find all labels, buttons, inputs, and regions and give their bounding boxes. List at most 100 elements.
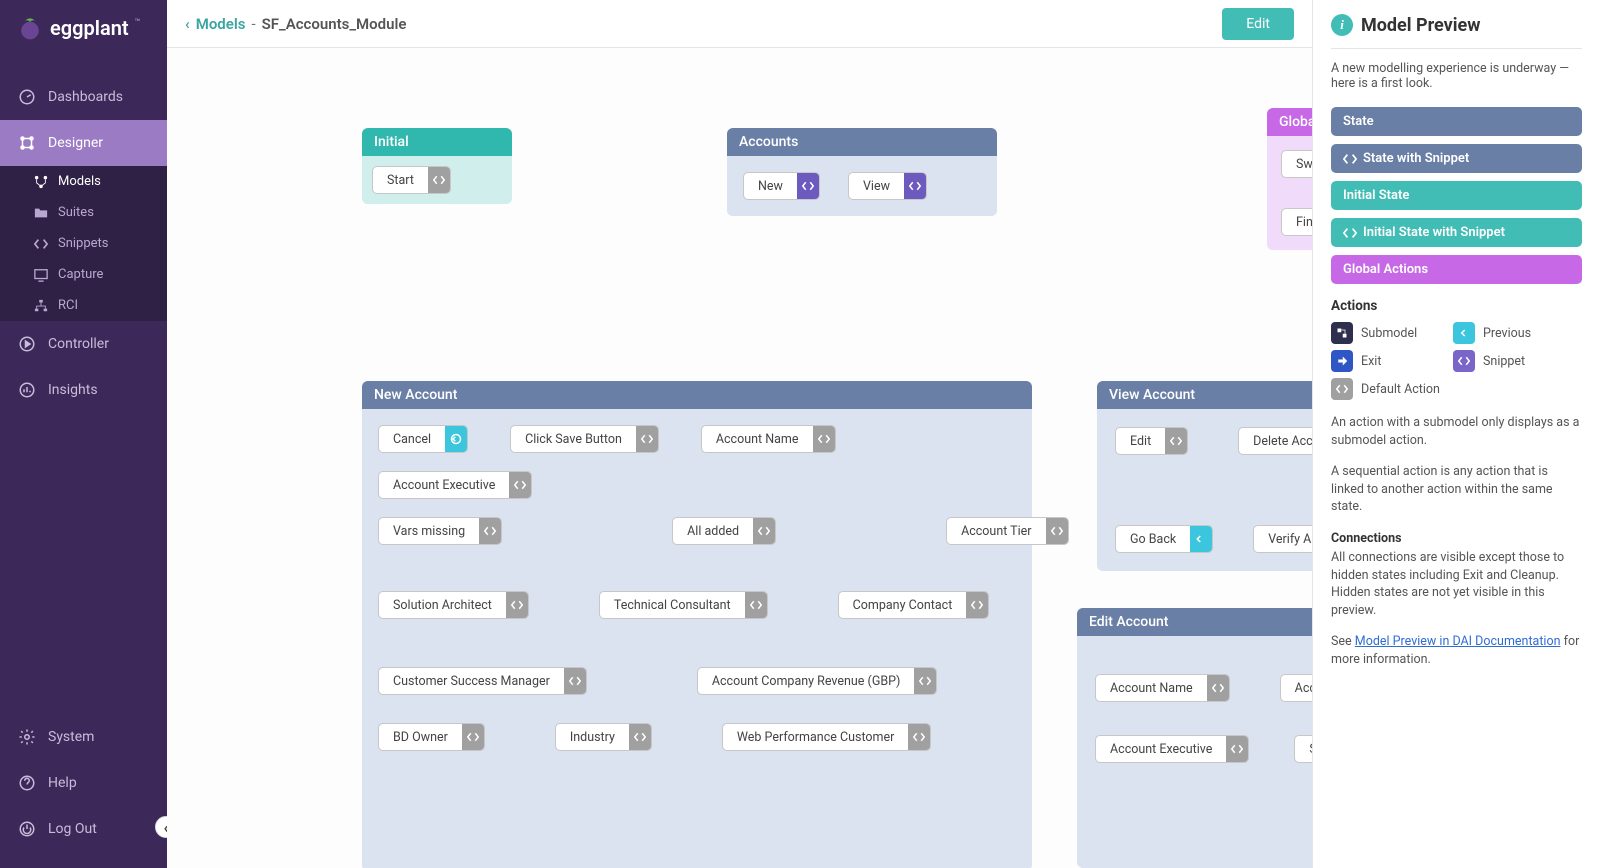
node-global-header: Global Actions xyxy=(1267,108,1312,136)
code-icon xyxy=(34,237,48,251)
logo[interactable]: eggplant ™ xyxy=(0,0,167,56)
hierarchy-icon xyxy=(34,299,48,313)
gear-icon xyxy=(18,728,36,746)
action-finish[interactable]: Finish xyxy=(1281,208,1312,236)
info-icon[interactable]: i xyxy=(1331,14,1353,36)
action-go-back[interactable]: Go Back xyxy=(1115,525,1213,553)
node-accounts-header: Accounts xyxy=(727,128,997,156)
action-account-exec[interactable]: Account Executive xyxy=(378,471,532,499)
model-canvas[interactable]: Initial Start Accounts New View Global A… xyxy=(167,48,1312,868)
breadcrumb: ‹ Models - SF_Accounts_Module xyxy=(185,15,406,33)
action-ea-account-tier[interactable]: Account Tier xyxy=(1280,674,1312,702)
preview-title-row: i Model Preview xyxy=(1331,14,1582,36)
legend-state-snippet: State with Snippet xyxy=(1331,144,1582,173)
subnav-suites[interactable]: Suites xyxy=(0,197,167,228)
action-ea-account-name[interactable]: Account Name xyxy=(1095,674,1230,702)
preview-intro: A new modelling experience is underway —… xyxy=(1331,61,1582,91)
node-global-actions[interactable]: Global Actions Switch List View Finish xyxy=(1267,108,1312,250)
action-vars-missing[interactable]: Vars missing xyxy=(378,517,502,545)
subnav-models[interactable]: Models xyxy=(0,166,167,197)
subnav-snippets[interactable]: Snippets xyxy=(0,228,167,259)
breadcrumb-current: SF_Accounts_Module xyxy=(262,15,407,33)
node-initial-header: Initial xyxy=(362,128,512,156)
action-ea-solution-architect[interactable]: Solution Architect xyxy=(1294,735,1312,763)
logo-text: eggplant xyxy=(50,16,129,40)
legend-state: State xyxy=(1331,107,1582,136)
legend-exit: Exit xyxy=(1331,350,1441,372)
legend-global-actions: Global Actions xyxy=(1331,255,1582,284)
action-legend: Submodel Previous Exit Snippet Default A… xyxy=(1331,322,1582,400)
node-edit-account-header: Edit Account xyxy=(1077,608,1312,636)
legend-default: Default Action xyxy=(1331,378,1561,400)
nav-system[interactable]: System xyxy=(0,714,167,760)
nav-help[interactable]: Help xyxy=(0,760,167,806)
action-csm[interactable]: Customer Success Manager xyxy=(378,667,587,695)
actions-heading: Actions xyxy=(1331,298,1582,314)
nav-dashboards[interactable]: Dashboards xyxy=(0,74,167,120)
breadcrumb-root[interactable]: Models xyxy=(196,15,246,33)
node-accounts[interactable]: Accounts New View xyxy=(727,128,997,216)
action-va-edit[interactable]: Edit xyxy=(1115,427,1188,455)
logout-icon xyxy=(18,820,36,838)
docs-link[interactable]: Model Preview in DAI Documentation xyxy=(1355,634,1561,649)
nav-logout[interactable]: Log Out xyxy=(0,806,167,852)
node-new-account-header: New Account xyxy=(362,381,1032,409)
legend-initial-state: Initial State xyxy=(1331,181,1582,210)
nav-insights[interactable]: Insights xyxy=(0,367,167,413)
action-new[interactable]: New xyxy=(743,172,820,200)
snippet-icon xyxy=(1453,350,1475,372)
action-verify-details[interactable]: Verify Account Details xyxy=(1253,525,1312,553)
action-start[interactable]: Start xyxy=(372,166,451,194)
action-account-name[interactable]: Account Name xyxy=(701,425,836,453)
connections-text: All connections are visible except those… xyxy=(1331,549,1582,619)
monitor-icon xyxy=(34,268,48,282)
action-bd-owner[interactable]: BD Owner xyxy=(378,723,485,751)
action-web-perf[interactable]: Web Performance Customer xyxy=(722,723,931,751)
designer-subnav: Models Suites Snippets Capture RCI xyxy=(0,166,167,321)
action-ea-account-exec[interactable]: Account Executive xyxy=(1095,735,1249,763)
subnav-rci[interactable]: RCI xyxy=(0,290,167,321)
dashboard-icon xyxy=(18,88,36,106)
top-bar: ‹ Models - SF_Accounts_Module Edit xyxy=(167,0,1312,48)
action-solution-architect[interactable]: Solution Architect xyxy=(378,591,529,619)
eggplant-logo-icon xyxy=(16,14,44,42)
node-edit-account[interactable]: Edit Account Account Name Account Tier C… xyxy=(1077,608,1312,868)
preview-panel: i Model Preview A new modelling experien… xyxy=(1312,0,1600,868)
legend-previous: Previous xyxy=(1453,322,1563,344)
preview-note2: A sequential action is any action that i… xyxy=(1331,463,1582,516)
edit-button[interactable]: Edit xyxy=(1222,8,1294,40)
action-tech-consultant[interactable]: Technical Consultant xyxy=(599,591,768,619)
node-new-account[interactable]: New Account Cancel Click Save Button Acc… xyxy=(362,381,1032,868)
action-view[interactable]: View xyxy=(848,172,927,200)
sidebar: eggplant ™ Dashboards Designer Models Su… xyxy=(0,0,167,868)
preview-see-more: See Model Preview in DAI Documentation f… xyxy=(1331,633,1582,668)
help-icon xyxy=(18,774,36,792)
nav-designer[interactable]: Designer xyxy=(0,120,167,166)
preview-note1: An action with a submodel only displays … xyxy=(1331,414,1582,449)
tm-mark: ™ xyxy=(135,18,141,28)
action-company-contact[interactable]: Company Contact xyxy=(838,591,990,619)
folder-icon xyxy=(34,206,48,220)
chevron-left-icon[interactable]: ‹ xyxy=(185,15,190,33)
legend-snippet: Snippet xyxy=(1453,350,1563,372)
chart-icon xyxy=(18,381,36,399)
node-view-account[interactable]: View Account Edit Delete Account Go Back… xyxy=(1097,381,1312,571)
action-cancel[interactable]: Cancel xyxy=(378,425,468,453)
play-icon xyxy=(18,335,36,353)
legend-initial-snippet: Initial State with Snippet xyxy=(1331,218,1582,247)
exit-icon xyxy=(1331,350,1353,372)
preview-title: Model Preview xyxy=(1361,15,1480,36)
nav-controller[interactable]: Controller xyxy=(0,321,167,367)
designer-icon xyxy=(18,134,36,152)
action-delete-account[interactable]: Delete Account xyxy=(1238,427,1312,455)
connections-heading: Connections xyxy=(1331,530,1582,548)
action-all-added[interactable]: All added xyxy=(672,517,776,545)
action-click-save[interactable]: Click Save Button xyxy=(510,425,659,453)
action-industry[interactable]: Industry xyxy=(555,723,652,751)
subnav-capture[interactable]: Capture xyxy=(0,259,167,290)
action-switch-list-view[interactable]: Switch List View xyxy=(1281,150,1312,178)
action-revenue[interactable]: Account Company Revenue (GBP) xyxy=(697,667,938,695)
previous-icon xyxy=(1453,322,1475,344)
node-initial[interactable]: Initial Start xyxy=(362,128,512,204)
action-account-tier[interactable]: Account Tier xyxy=(946,517,1068,545)
